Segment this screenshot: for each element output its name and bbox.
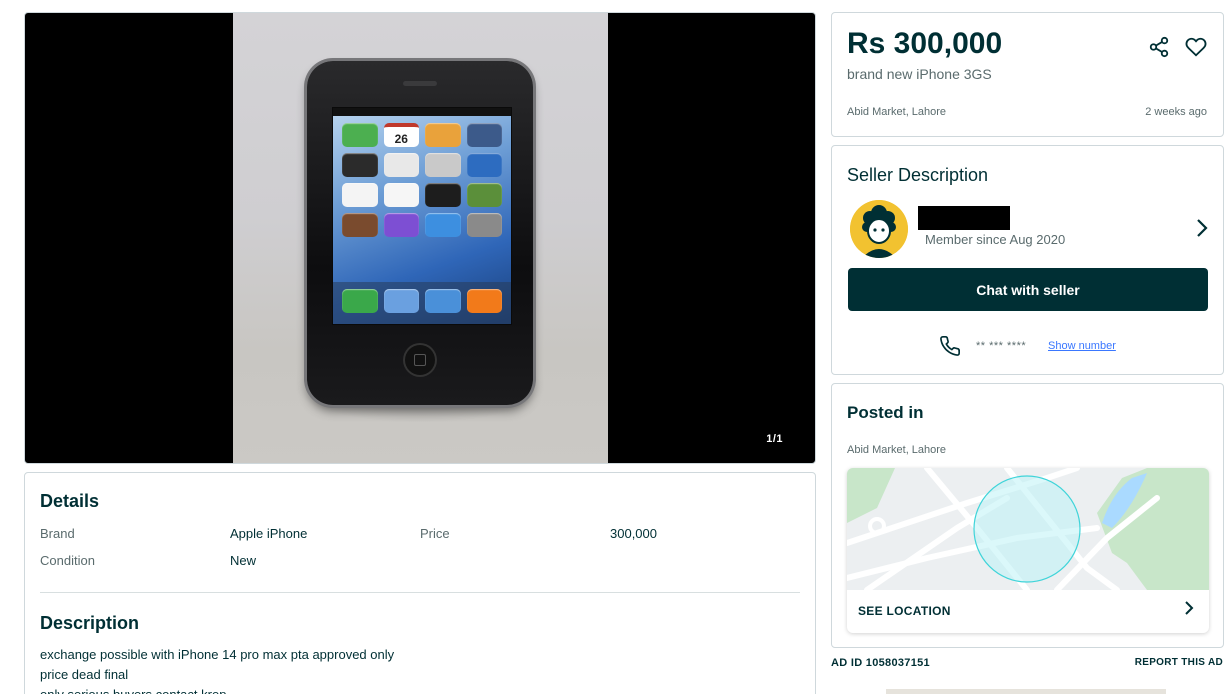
app-icon bbox=[425, 213, 461, 237]
chat-with-seller-button[interactable]: Chat with seller bbox=[848, 268, 1208, 311]
posted-in-heading: Posted in bbox=[847, 403, 924, 422]
app-icon bbox=[342, 183, 378, 207]
app-icon bbox=[383, 183, 419, 207]
seller-card: Seller Description Member since Aug 2020… bbox=[831, 145, 1224, 375]
detail-label-brand: Brand bbox=[40, 526, 75, 541]
app-icon bbox=[383, 213, 419, 237]
price-card: Rs 300,000 brand new iPhone 3GS Abid Mar… bbox=[831, 12, 1224, 137]
posted-location: Abid Market, Lahore bbox=[847, 444, 947, 456]
see-location-link[interactable]: SEE LOCATION bbox=[858, 604, 951, 618]
chevron-right-icon[interactable] bbox=[1183, 599, 1195, 617]
phone-app-grid: 26 bbox=[333, 116, 511, 237]
app-icon bbox=[342, 213, 378, 237]
share-icon bbox=[1149, 36, 1169, 58]
app-icon bbox=[425, 123, 461, 147]
phone-screen: 26 bbox=[332, 107, 512, 325]
app-icon bbox=[466, 123, 502, 147]
app-icon bbox=[342, 153, 378, 177]
location-map[interactable] bbox=[847, 468, 1209, 590]
detail-value-brand: Apple iPhone bbox=[230, 526, 308, 541]
iphone-image: 26 bbox=[307, 61, 533, 405]
detail-label-condition: Condition bbox=[40, 553, 95, 568]
masked-phone-number: ** *** **** bbox=[976, 340, 1027, 352]
music-app-icon bbox=[466, 289, 502, 313]
phone-status-bar bbox=[333, 108, 511, 116]
posted-in-card: Posted in Abid Market, Lahore SEE LOCATI… bbox=[831, 383, 1224, 648]
description-line: price dead final bbox=[40, 667, 129, 682]
calendar-app-icon: 26 bbox=[383, 123, 419, 147]
listing-location: Abid Market, Lahore bbox=[847, 106, 947, 118]
phone-icon bbox=[940, 336, 960, 356]
image-counter: 1/1 bbox=[766, 433, 783, 445]
below-fold-card-edge bbox=[886, 689, 1166, 694]
description-text: exchange possible with iPhone 14 pro max… bbox=[40, 645, 394, 694]
member-since: Member since Aug 2020 bbox=[925, 232, 1066, 247]
seller-avatar[interactable] bbox=[850, 200, 908, 258]
detail-value-condition: New bbox=[230, 553, 257, 568]
share-button[interactable] bbox=[1147, 35, 1171, 59]
seller-heading: Seller Description bbox=[847, 165, 989, 185]
app-icon bbox=[383, 153, 419, 177]
heart-icon bbox=[1185, 37, 1207, 57]
clock-app-icon bbox=[425, 183, 461, 207]
description-line: only serious buyers contact krep bbox=[40, 685, 394, 694]
report-ad-link[interactable]: REPORT THIS AD bbox=[1135, 657, 1223, 668]
description-line: exchange possible with iPhone 14 pro max… bbox=[40, 647, 395, 662]
favorite-button[interactable] bbox=[1184, 35, 1208, 59]
avatar-illustration bbox=[850, 200, 908, 258]
app-icon bbox=[466, 153, 502, 177]
mail-app-icon bbox=[383, 289, 419, 313]
image-gallery[interactable]: 26 1/1 bbox=[24, 12, 816, 464]
detail-label-price: Price bbox=[420, 526, 450, 541]
listing-price: Rs 300,000 bbox=[847, 27, 1003, 60]
phone-home-button bbox=[405, 345, 435, 375]
listing-photo[interactable]: 26 bbox=[233, 13, 608, 463]
safari-app-icon bbox=[425, 289, 461, 313]
phone-row: ** *** **** Show number bbox=[832, 335, 1223, 359]
divider bbox=[40, 592, 800, 593]
description-heading: Description bbox=[40, 613, 140, 633]
app-icon bbox=[425, 153, 461, 177]
location-map-card[interactable]: SEE LOCATION bbox=[847, 468, 1209, 633]
posted-time: 2 weeks ago bbox=[1145, 106, 1207, 118]
app-icon bbox=[466, 183, 502, 207]
app-icon bbox=[342, 123, 378, 147]
detail-value-price: 300,000 bbox=[610, 526, 657, 541]
phone-speaker bbox=[403, 81, 437, 86]
phone-dock bbox=[333, 282, 511, 324]
phone-app-icon bbox=[342, 289, 378, 313]
listing-title: brand new iPhone 3GS bbox=[847, 66, 992, 82]
show-number-link[interactable]: Show number bbox=[1048, 340, 1116, 352]
details-card: Details Brand Apple iPhone Price 300,000… bbox=[24, 472, 816, 694]
app-icon bbox=[466, 213, 502, 237]
seller-name-redacted bbox=[918, 206, 1010, 230]
ad-id: AD ID 1058037151 bbox=[831, 657, 930, 669]
details-heading: Details bbox=[40, 491, 100, 511]
chevron-right-icon[interactable] bbox=[1195, 218, 1209, 238]
